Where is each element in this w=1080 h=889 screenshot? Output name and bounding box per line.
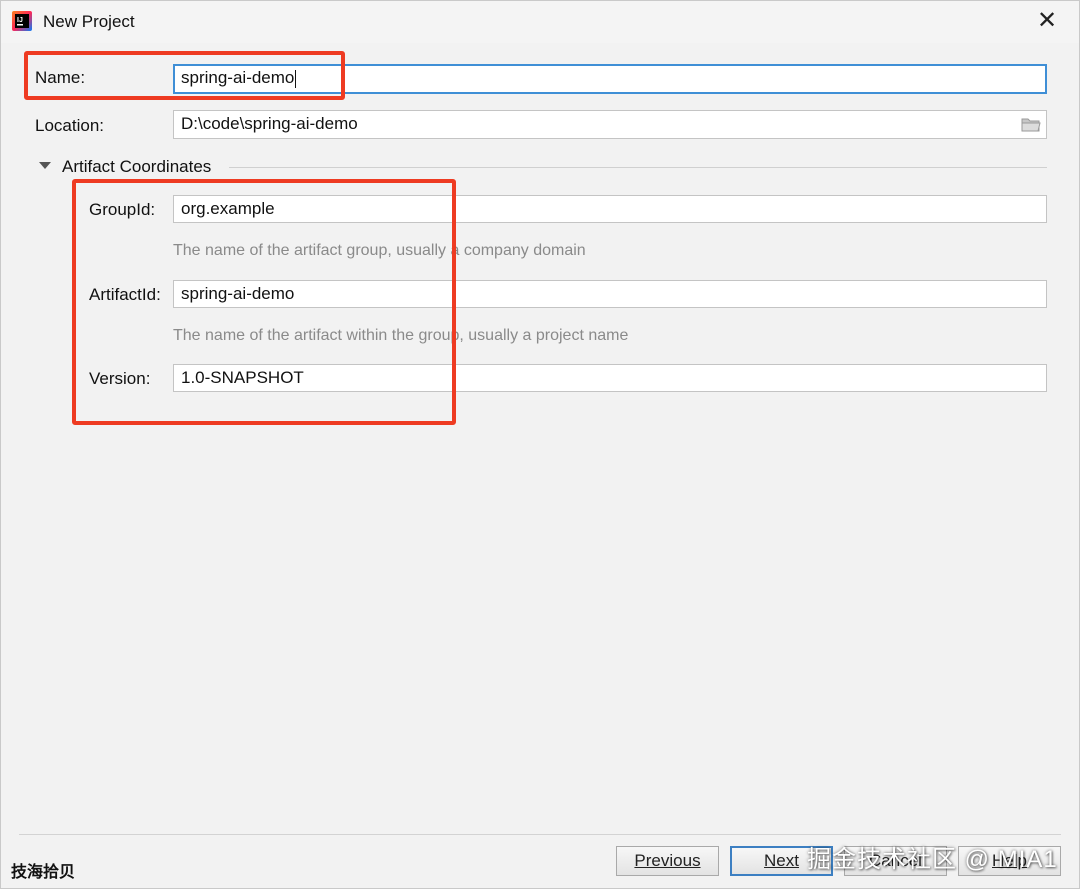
title-bar: IJ New Project ✕ [1,1,1079,43]
dialog-title: New Project [43,12,135,31]
next-label: Next [764,851,799,870]
groupid-input[interactable]: org.example [173,195,1047,223]
svg-text:IJ: IJ [17,17,23,24]
section-divider [229,167,1047,168]
collapse-triangle-icon[interactable] [39,162,51,169]
groupid-hint: The name of the artifact group, usually … [173,242,586,259]
artifactid-label: ArtifactId: [89,285,161,304]
footer-divider [19,834,1061,835]
watermark-right: 掘金技术社区 @ MIA1 [807,846,1058,873]
intellij-idea-icon: IJ [12,11,32,31]
new-project-dialog: IJ New Project ✕ Name: spring-ai-demo Lo… [0,0,1080,889]
artifactid-input[interactable]: spring-ai-demo [173,280,1047,308]
previous-label: Previous [634,851,701,870]
location-input[interactable]: D:\code\spring-ai-demo [173,110,1047,139]
previous-button[interactable]: Previous [616,846,719,876]
artifactid-hint: The name of the artifact within the grou… [173,327,629,344]
artifact-coordinates-title[interactable]: Artifact Coordinates [62,157,211,177]
location-label: Location: [35,116,104,135]
folder-icon[interactable] [1016,111,1046,137]
name-input[interactable]: spring-ai-demo [173,64,1047,94]
watermark-left: 技海拾贝 [11,864,76,881]
name-label: Name: [35,68,86,87]
name-value: spring-ai-demo [181,68,295,87]
text-caret [295,69,297,88]
groupid-label: GroupId: [89,200,156,219]
location-value: D:\code\spring-ai-demo [181,114,358,133]
version-label: Version: [89,369,151,388]
version-input[interactable]: 1.0-SNAPSHOT [173,364,1047,392]
close-icon[interactable]: ✕ [1033,8,1061,34]
